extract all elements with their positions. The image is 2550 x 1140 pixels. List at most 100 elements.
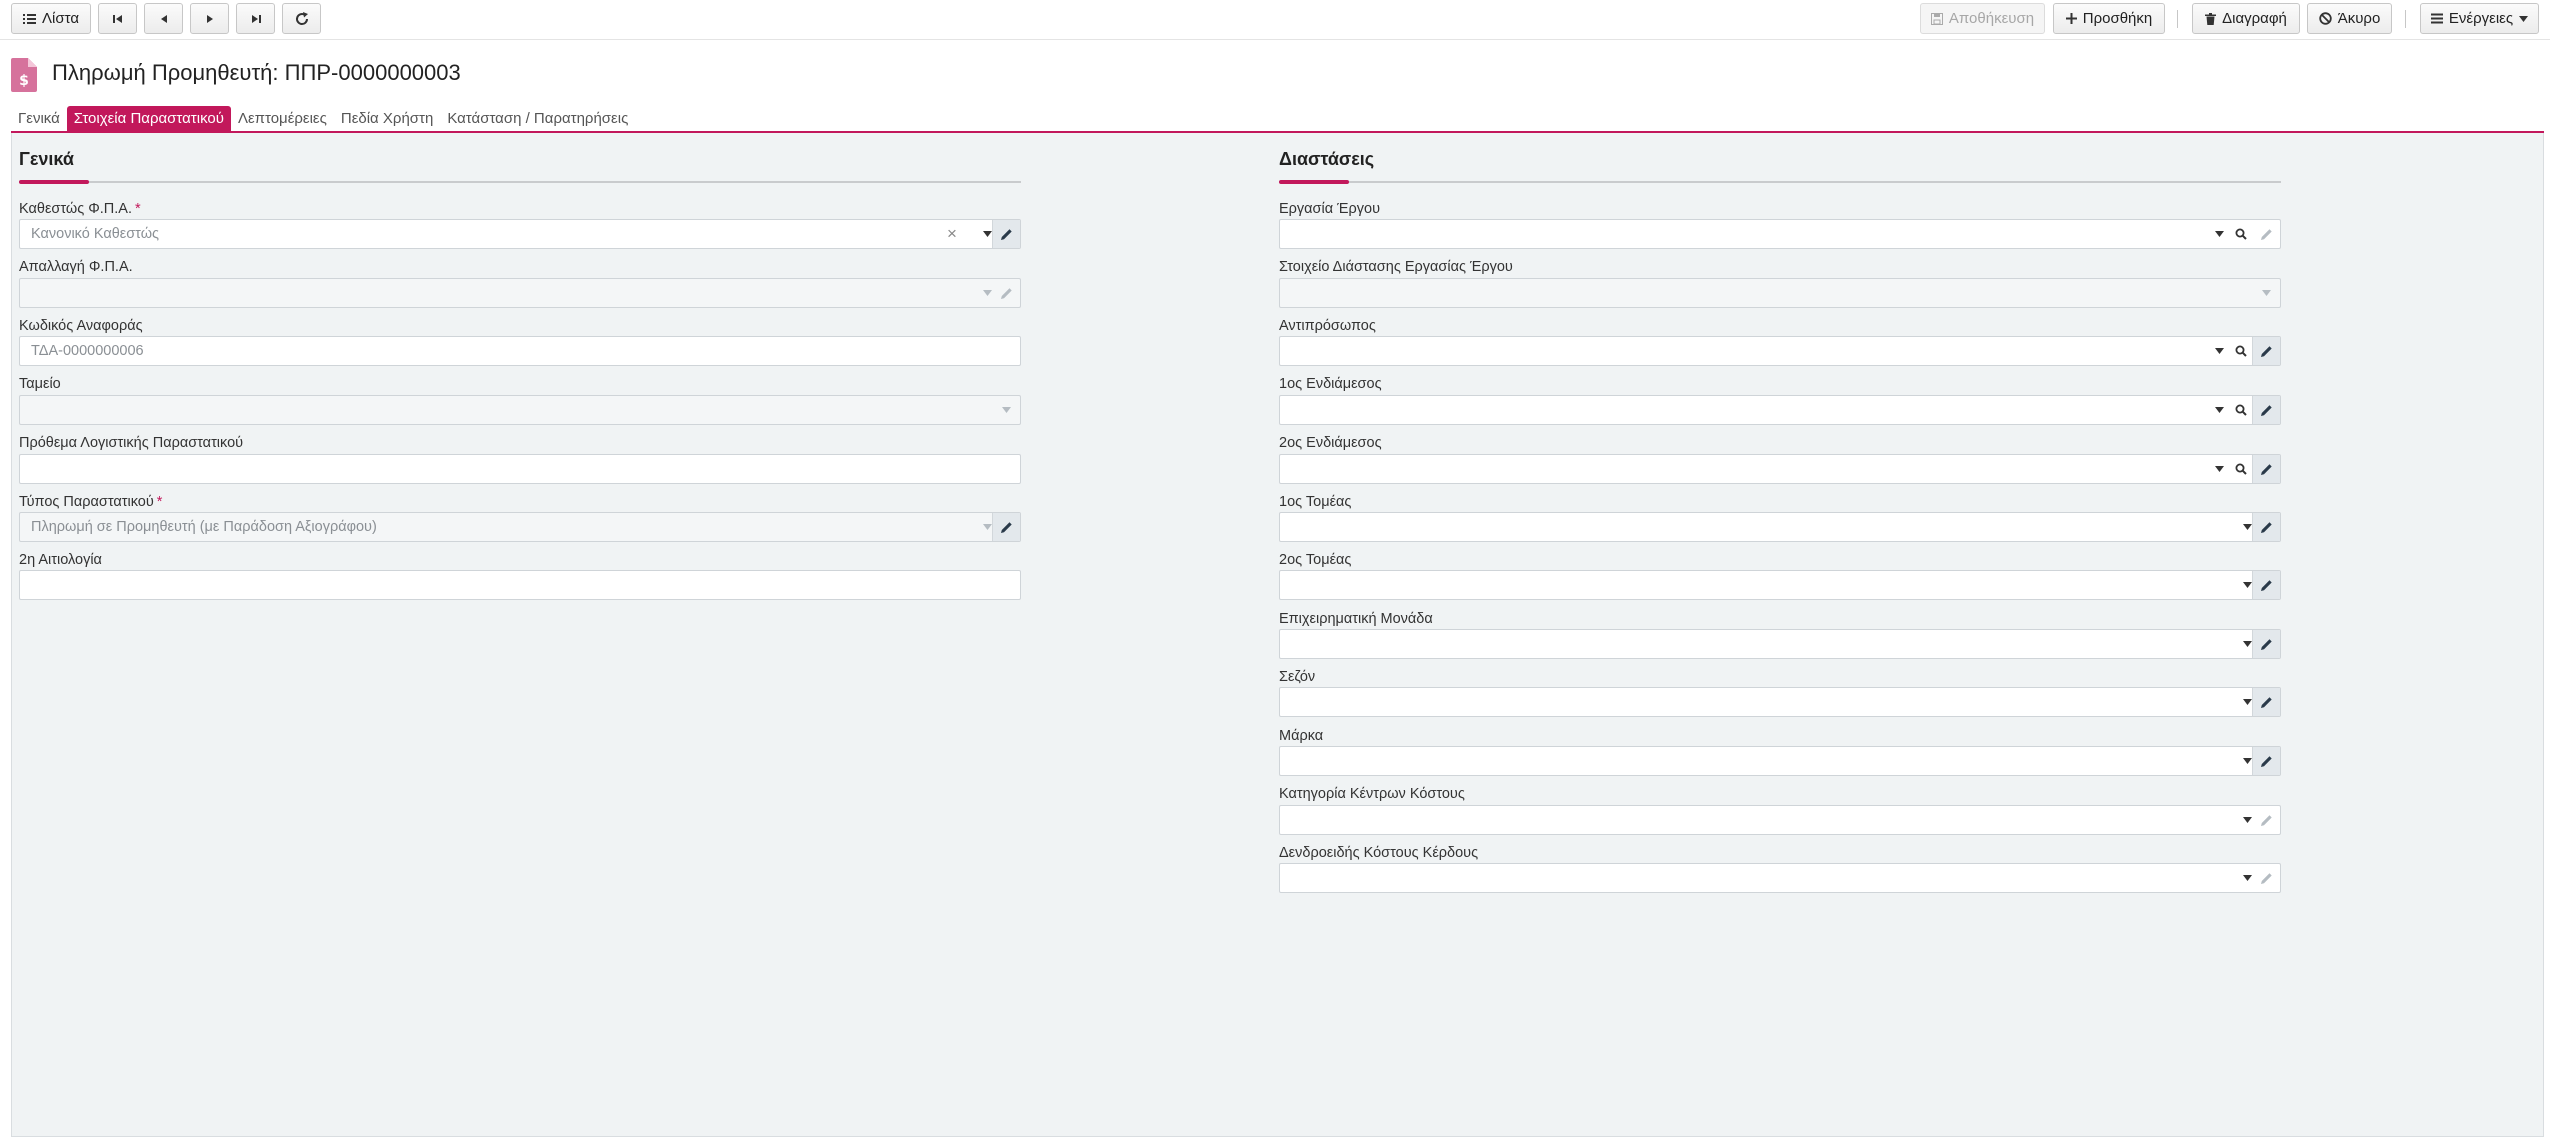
second-sector-label: 2ος Τομέας [1279,552,1352,568]
caret-right-icon [206,14,214,24]
toolbar-divider [2405,10,2406,28]
project-task-dimension-select[interactable] [1279,278,2281,308]
edit-pencil-icon[interactable] [2252,571,2280,599]
edit-pencil-icon[interactable] [2252,688,2280,716]
business-unit-select[interactable] [1279,629,2281,659]
cashier-select[interactable] [19,395,1021,425]
reference-code-label: Κωδικός Αναφοράς [19,318,143,334]
ban-icon [2319,12,2332,25]
project-task-dimension-label: Στοιχείο Διάστασης Εργασίας Έργου [1279,259,1513,275]
edit-pencil-icon[interactable] [2252,396,2280,424]
toolbar-divider [2177,10,2178,28]
season-select[interactable] [1279,687,2281,717]
edit-pencil-icon[interactable] [2252,220,2280,248]
second-intermediary-label: 2ος Ενδιάμεσος [1279,435,1382,451]
cost-center-category-label: Κατηγορία Κέντρων Κόστους [1279,786,1465,802]
menu-icon [2430,13,2443,24]
tab-status-notes[interactable]: Κατάσταση / Παρατηρήσεις [440,106,635,132]
brand-select[interactable] [1279,746,2281,776]
tab-details[interactable]: Λεπτομέρειες [231,106,334,132]
edit-pencil-icon[interactable] [2252,864,2280,892]
reference-code-input[interactable]: ΤΔΑ-0000000006 [19,336,1021,366]
business-unit-label: Επιχειρηματική Μονάδα [1279,611,1433,627]
tab-bar: Γενικά Στοιχεία Παραστατικού Λεπτομέρειε… [11,106,635,132]
document-type-select[interactable]: Πληρωμή σε Προμηθευτή (με Παράδοση Αξιογ… [19,512,1021,542]
page-title: Πληρωμή Προμηθευτή: ΠΠΡ-0000000003 [52,60,461,85]
dimensions-section-title: Διαστάσεις [1279,149,1375,169]
search-icon[interactable] [2227,220,2255,248]
edit-pencil-icon[interactable] [2252,513,2280,541]
search-icon[interactable] [2227,337,2255,365]
first-intermediary-label: 1ος Ενδιάμεσος [1279,376,1382,392]
tab-user-fields[interactable]: Πεδία Χρήστη [334,106,440,132]
edit-pencil-icon[interactable] [2252,455,2280,483]
invoice-document-icon: $ [11,58,37,92]
required-marker: * [156,494,163,510]
add-button-label: Προσθήκη [2082,10,2153,27]
project-task-select[interactable] [1279,219,2281,249]
dropdown-caret-icon[interactable] [2252,279,2280,307]
add-button[interactable]: Προσθήκη [2053,3,2165,34]
tab-general[interactable]: Γενικά [11,106,67,132]
edit-pencil-icon[interactable] [992,513,1020,541]
vat-status-select[interactable]: Κανονικό Καθεστώς × [19,219,1021,249]
edit-pencil-icon[interactable] [2252,806,2280,834]
edit-pencil-icon[interactable] [2252,337,2280,365]
dropdown-caret-icon[interactable] [992,396,1020,424]
tab-document-details[interactable]: Στοιχεία Παραστατικού [66,106,231,132]
project-task-label: Εργασία Έργου [1279,201,1380,217]
general-section-title: Γενικά [19,149,74,169]
cost-profit-tree-select[interactable] [1279,863,2281,893]
clear-icon[interactable]: × [947,224,957,244]
toolbar: Λίστα Αποθήκευση Προσθήκη Διαγραφή Άκυρο… [0,0,2550,40]
delete-button[interactable]: Διαγραφή [2192,3,2300,34]
representative-select[interactable] [1279,336,2281,366]
section-divider [19,181,1021,183]
plus-icon [2065,13,2077,24]
skip-last-icon [251,14,261,24]
list-button[interactable]: Λίστα [11,3,91,34]
floppy-disk-icon [1930,12,1943,25]
document-type-value: Πληρωμή σε Προμηθευτή (με Παράδοση Αξιογ… [31,519,377,535]
first-sector-select[interactable] [1279,512,2281,542]
second-reason-input[interactable] [19,570,1021,600]
refresh-icon [294,11,310,27]
document-type-label: Τύπος Παραστατικού * [19,494,163,510]
edit-pencil-icon[interactable] [992,279,1020,307]
cost-center-category-select[interactable] [1279,805,2281,835]
first-record-button[interactable] [98,3,137,34]
cancel-button-label: Άκυρο [2337,10,2381,27]
previous-record-button[interactable] [144,3,183,34]
second-intermediary-select[interactable] [1279,454,2281,484]
second-sector-select[interactable] [1279,570,2281,600]
caret-down-icon [2519,15,2529,22]
section-accent [1279,180,1349,184]
actions-menu-button[interactable]: Ενέργειες [2420,3,2539,34]
vat-exemption-select[interactable] [19,278,1021,308]
vat-status-label: Καθεστώς Φ.Π.Α. * [19,201,141,217]
list-button-label: Λίστα [42,10,79,27]
refresh-button[interactable] [282,3,321,34]
edit-pencil-icon[interactable] [2252,747,2280,775]
second-reason-label: 2η Αιτιολογία [19,552,102,568]
list-icon [23,13,36,25]
last-record-button[interactable] [236,3,275,34]
actions-menu-label: Ενέργειες [2448,10,2514,27]
save-button-label: Αποθήκευση [1948,10,2035,27]
edit-pencil-icon[interactable] [992,220,1020,248]
section-divider [1279,181,2281,183]
edit-pencil-icon[interactable] [2252,630,2280,658]
reference-code-value: ΤΔΑ-0000000006 [31,343,144,359]
search-icon[interactable] [2227,455,2255,483]
cost-profit-tree-label: Δενδροειδής Κόστους Κέρδους [1279,845,1479,861]
search-icon[interactable] [2227,396,2255,424]
next-record-button[interactable] [190,3,229,34]
first-intermediary-select[interactable] [1279,395,2281,425]
skip-first-icon [112,14,123,24]
vat-status-value: Κανονικό Καθεστώς [31,226,160,242]
cancel-button[interactable]: Άκυρο [2307,3,2392,34]
accounting-prefix-input[interactable] [19,454,1021,484]
save-button[interactable]: Αποθήκευση [1920,3,2045,34]
svg-text:$: $ [19,73,29,89]
section-accent [19,180,89,184]
